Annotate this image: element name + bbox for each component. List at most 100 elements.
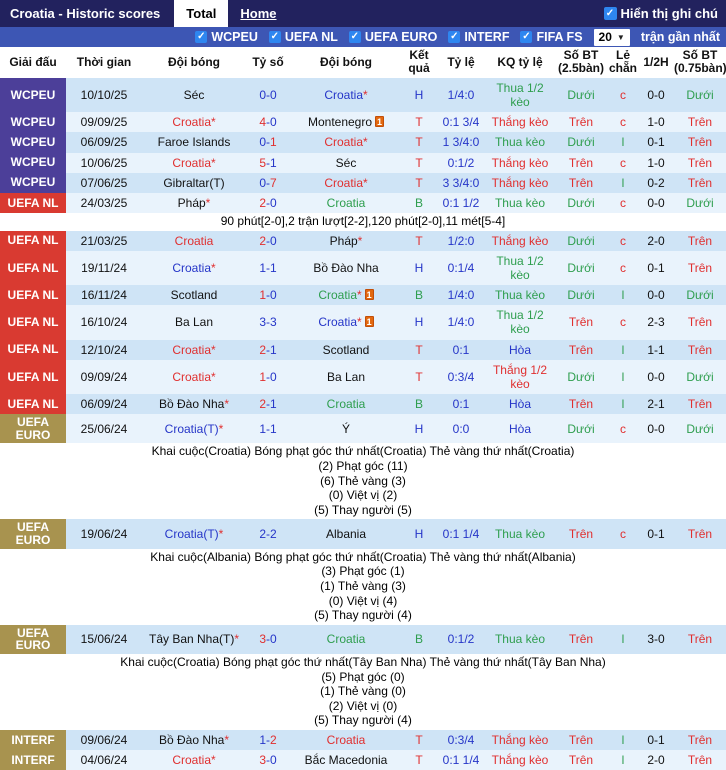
odd-even-flag: c xyxy=(608,251,638,285)
handicap-result: Thua 1/2 kèo xyxy=(486,78,554,112)
result-letter: H xyxy=(402,251,436,285)
result-letter: B xyxy=(402,193,436,213)
table-row[interactable]: UEFA EURO 19/06/24 Croatia(T)* 2-2 Alban… xyxy=(0,519,726,548)
checkbox-checked-icon[interactable]: ✓ xyxy=(269,31,281,43)
table-row[interactable]: UEFA NL 12/10/24 Croatia* 2-1 Scotland T… xyxy=(0,340,726,360)
home-team: Ba Lan xyxy=(142,305,246,339)
table-row[interactable]: UEFA NL 16/10/24 Ba Lan 3-3 Croatia*1 H … xyxy=(0,305,726,339)
team-name: Ba Lan xyxy=(327,370,365,384)
home-team: Gibraltar(T) xyxy=(142,173,246,193)
home-team: Croatia xyxy=(142,231,246,251)
league-badge: UEFA EURO xyxy=(0,625,66,654)
titlebar-spacer xyxy=(289,0,604,27)
match-date: 16/10/24 xyxy=(66,305,142,339)
away-team: Ba Lan xyxy=(290,360,402,394)
halftime-score: 2-1 xyxy=(638,394,674,414)
checkbox-checked-icon[interactable]: ✓ xyxy=(448,31,460,43)
away-team: Séc xyxy=(290,153,402,173)
team-name: Croatia xyxy=(172,753,211,767)
halftime-score: 2-0 xyxy=(638,231,674,251)
match-date: 06/09/25 xyxy=(66,132,142,152)
tab-total[interactable]: Total xyxy=(174,0,228,27)
table-row[interactable]: INTERF 04/06/24 Croatia* 3-0 Bắc Macedon… xyxy=(0,750,726,770)
match-date: 21/03/25 xyxy=(66,231,142,251)
over-under-2-5-goals: Trên xyxy=(554,305,608,339)
note-row: 90 phút[2-0],2 trận lượt[2-2],120 phút[2… xyxy=(0,213,726,231)
column-header: Tỷ lệ xyxy=(436,47,486,78)
note-line: Khai cuộc(Croatia) Bóng phạt góc thứ nhấ… xyxy=(0,444,726,459)
note-line: (5) Phạt góc (0) xyxy=(0,670,726,685)
team-name: Tây Ban Nha(T) xyxy=(149,632,234,646)
team-name: Croatia xyxy=(324,176,363,190)
tab-home[interactable]: Home xyxy=(228,0,288,27)
odd-even-flag: c xyxy=(608,153,638,173)
handicap-odds: 0:1/2 xyxy=(436,625,486,654)
handicap-result: Hòa xyxy=(486,394,554,414)
star-marker: * xyxy=(211,370,216,384)
league-filter-uefa-nl[interactable]: ✓UEFA NL xyxy=(269,30,338,44)
historic-scores-app: Croatia - Historic scores Total Home ✓ H… xyxy=(0,0,726,770)
handicap-result: Hòa xyxy=(486,340,554,360)
league-filter-fifa-fs[interactable]: ✓FIFA FS xyxy=(520,30,582,44)
home-team: Scotland xyxy=(142,285,246,305)
table-row[interactable]: UEFA NL 21/03/25 Croatia 2-0 Pháp* T 1/2… xyxy=(0,231,726,251)
away-team: Croatia* xyxy=(290,132,402,152)
checkbox-checked-icon[interactable]: ✓ xyxy=(604,7,617,20)
star-marker: * xyxy=(211,115,216,129)
home-team: Pháp* xyxy=(142,193,246,213)
table-row[interactable]: WCPEU 09/09/25 Croatia* 4-0 Montenegro1 … xyxy=(0,112,726,132)
league-filter-uefa-euro[interactable]: ✓UEFA EURO xyxy=(349,30,437,44)
league-filter-wcpeu[interactable]: ✓WCPEU xyxy=(195,30,258,44)
halftime-score: 0-0 xyxy=(638,285,674,305)
star-marker: * xyxy=(211,156,216,170)
table-row[interactable]: WCPEU 07/06/25 Gibraltar(T) 0-7 Croatia*… xyxy=(0,173,726,193)
odd-even-flag: c xyxy=(608,231,638,251)
match-date: 24/03/25 xyxy=(66,193,142,213)
historic-scores-table: Giải đấuThời gianĐội bóngTỷ sốĐội bóngKế… xyxy=(0,47,726,770)
table-row[interactable]: WCPEU 10/10/25 Séc 0-0 Croatia* H 1/4:0 … xyxy=(0,78,726,112)
handicap-result: Thua 1/2 kèo xyxy=(486,305,554,339)
recent-matches-select[interactable]: 20 ▼ xyxy=(594,29,630,46)
checkbox-checked-icon[interactable]: ✓ xyxy=(520,31,532,43)
league-filter-interf[interactable]: ✓INTERF xyxy=(448,30,509,44)
note-line: (2) Phạt góc (11) xyxy=(0,459,726,474)
table-row[interactable]: UEFA NL 09/09/24 Croatia* 1-0 Ba Lan T 0… xyxy=(0,360,726,394)
table-row[interactable]: WCPEU 06/09/25 Faroe Islands 0-1 Croatia… xyxy=(0,132,726,152)
odd-even-flag: l xyxy=(608,360,638,394)
handicap-odds: 0:1 1/4 xyxy=(436,750,486,770)
table-row[interactable]: UEFA NL 06/09/24 Bồ Đào Nha* 2-1 Croatia… xyxy=(0,394,726,414)
table-row[interactable]: UEFA NL 16/11/24 Scotland 1-0 Croatia*1 … xyxy=(0,285,726,305)
table-row[interactable]: WCPEU 10/06/25 Croatia* 5-1 Séc T 0:1/2 … xyxy=(0,153,726,173)
over-under-2-5-goals: Trên xyxy=(554,173,608,193)
result-letter: T xyxy=(402,112,436,132)
checkbox-checked-icon[interactable]: ✓ xyxy=(195,31,207,43)
match-score: 1-2 xyxy=(246,730,290,750)
league-badge: UEFA NL xyxy=(0,305,66,339)
title-bar: Croatia - Historic scores Total Home ✓ H… xyxy=(0,0,726,27)
league-badge: INTERF xyxy=(0,750,66,770)
away-team: Bồ Đào Nha xyxy=(290,251,402,285)
halftime-score: 1-1 xyxy=(638,340,674,360)
table-row[interactable]: UEFA NL 24/03/25 Pháp* 2-0 Croatia B 0:1… xyxy=(0,193,726,213)
table-row[interactable]: UEFA EURO 15/06/24 Tây Ban Nha(T)* 3-0 C… xyxy=(0,625,726,654)
star-marker: * xyxy=(224,397,229,411)
over-under-2-5-goals: Dưới xyxy=(554,414,608,443)
match-score: 2-1 xyxy=(246,394,290,414)
result-letter: B xyxy=(402,394,436,414)
handicap-odds: 1/2:0 xyxy=(436,231,486,251)
halftime-score: 0-1 xyxy=(638,519,674,548)
show-notes-toggle[interactable]: ✓ Hiển thị ghi chú xyxy=(604,0,726,27)
table-row[interactable]: UEFA EURO 25/06/24 Croatia(T)* 1-1 Ý H 0… xyxy=(0,414,726,443)
star-marker: * xyxy=(219,422,224,436)
handicap-odds: 0:1/2 xyxy=(436,153,486,173)
table-row[interactable]: INTERF 09/06/24 Bồ Đào Nha* 1-2 Croatia … xyxy=(0,730,726,750)
result-letter: T xyxy=(402,730,436,750)
table-row[interactable]: UEFA NL 19/11/24 Croatia* 1-1 Bồ Đào Nha… xyxy=(0,251,726,285)
odd-even-flag: c xyxy=(608,414,638,443)
table-header-row: Giải đấuThời gianĐội bóngTỷ sốĐội bóngKế… xyxy=(0,47,726,78)
team-name: Croatia xyxy=(172,115,211,129)
over-under-0-75-goals: Trên xyxy=(674,251,726,285)
team-name: Croatia xyxy=(327,196,366,210)
checkbox-checked-icon[interactable]: ✓ xyxy=(349,31,361,43)
result-letter: T xyxy=(402,153,436,173)
